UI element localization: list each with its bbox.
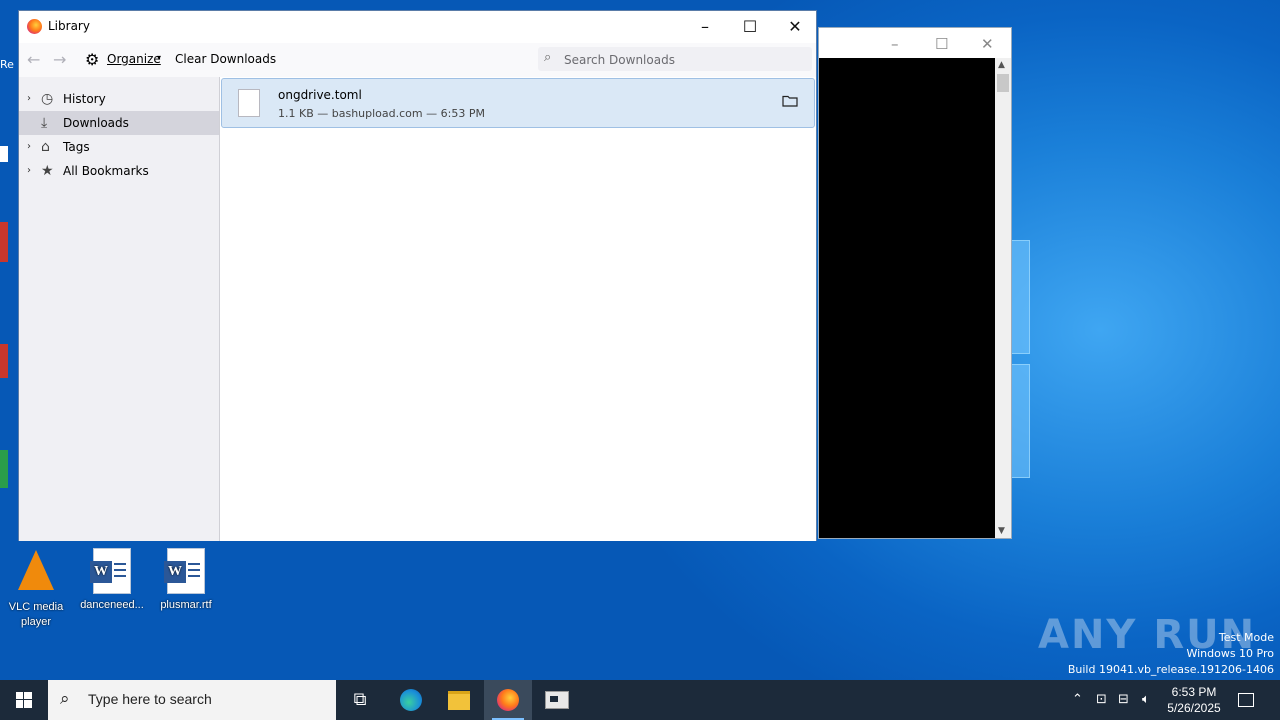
downloads-list[interactable]: ongdrive.toml 1.1 KB — bashupload.com — … <box>220 77 816 541</box>
sidebar-item-label: Downloads <box>63 116 129 130</box>
download-icon: ⤓ <box>41 115 48 131</box>
desktop-icon-vlc[interactable]: VLC media player <box>2 548 70 630</box>
console-window[interactable]: – ☐ ✕ ▲ ▼ <box>818 27 1012 539</box>
desktop-edge-label: Re <box>0 58 14 71</box>
desktop-icon-plusmar[interactable]: W plusmar.rtf <box>152 548 220 613</box>
search-field[interactable]: ⌕ <box>538 47 812 71</box>
scrollbar[interactable]: ▲ ▼ <box>995 58 1011 538</box>
start-button[interactable] <box>0 680 48 720</box>
sidebar-item-downloads[interactable]: ⤓ Downloads <box>19 111 219 135</box>
partial-desktop-icon[interactable] <box>0 344 8 378</box>
search-input[interactable] <box>562 50 806 70</box>
desktop-icon-label: danceneed... <box>80 599 144 611</box>
chevron-down-icon: ▾ <box>157 53 162 62</box>
sidebar-item-label: Tags <box>63 140 90 154</box>
watermark-line: Windows 10 Pro <box>1186 647 1274 660</box>
search-icon: ⌕ <box>60 689 70 709</box>
taskbar: ⌕ Type here to search ⧉ ⌃ ⊡ ⊟ 🔈︎ 6:53 PM… <box>0 680 1280 720</box>
console-taskbar-icon[interactable] <box>533 680 581 720</box>
watermark-line: Test Mode <box>1218 631 1274 644</box>
firefox-icon <box>27 19 42 34</box>
gear-icon: ⚙ <box>85 50 100 69</box>
task-view-icon[interactable]: ⧉ <box>336 680 384 720</box>
word-document-icon: W <box>90 548 131 594</box>
chevron-right-icon[interactable]: › <box>27 159 31 183</box>
sidebar-item-all-bookmarks[interactable]: › ★ All Bookmarks <box>19 159 219 183</box>
close-button[interactable]: ✕ <box>772 15 818 39</box>
word-document-icon: W <box>164 548 205 594</box>
desktop-icon-danceneed[interactable]: W danceneed... <box>78 548 146 613</box>
desktop-icon-label: plusmar.rtf <box>160 599 212 611</box>
console-output[interactable] <box>819 58 995 538</box>
download-meta: 1.1 KB — bashupload.com — 6:53 PM <box>278 107 485 120</box>
clock-time: 6:53 PM <box>1171 685 1217 699</box>
volume-icon[interactable]: 🔈︎ <box>1142 680 1150 720</box>
library-titlebar[interactable]: Library – ☐ ✕ <box>19 11 816 43</box>
chevron-right-icon[interactable]: › <box>27 87 31 111</box>
taskbar-clock[interactable]: 6:53 PM 5/26/2025 <box>1160 684 1228 716</box>
star-icon: ★ <box>41 163 54 179</box>
edge-icon[interactable] <box>387 680 435 720</box>
firefox-taskbar-icon[interactable] <box>484 680 532 720</box>
device-icon[interactable]: ⊡ <box>1096 680 1107 720</box>
windows-watermark: Test Mode Windows 10 Pro Build 19041.vb_… <box>1068 630 1274 678</box>
search-icon: ⌕ <box>544 50 552 65</box>
scroll-down-icon[interactable]: ▼ <box>998 526 1005 536</box>
file-icon <box>238 89 260 117</box>
windows-start-icon <box>16 692 32 708</box>
download-filename: ongdrive.toml <box>278 88 362 102</box>
network-icon[interactable]: ⊟ <box>1118 680 1129 720</box>
scroll-up-icon[interactable]: ▲ <box>998 60 1005 70</box>
vlc-icon <box>18 550 54 590</box>
download-item[interactable]: ongdrive.toml 1.1 KB — bashupload.com — … <box>221 78 815 128</box>
back-arrow-icon[interactable]: ← <box>27 50 40 69</box>
partial-desktop-icon[interactable] <box>0 450 8 488</box>
partial-desktop-icon[interactable] <box>0 146 8 162</box>
clock-icon: ◷ <box>41 91 54 107</box>
organize-label: Organize <box>107 52 161 66</box>
window-title: Library <box>48 19 90 33</box>
sidebar-item-label: History <box>63 92 106 106</box>
folder-icon[interactable] <box>782 95 798 107</box>
close-icon[interactable]: ✕ <box>981 35 994 53</box>
sidebar-item-history[interactable]: › ◷ History <box>19 87 219 111</box>
forward-arrow-icon[interactable]: → <box>53 50 66 69</box>
desktop-icon-label: VLC media player <box>8 601 64 628</box>
clear-downloads-button[interactable]: Clear Downloads <box>175 52 276 66</box>
minimize-button[interactable]: – <box>682 15 728 39</box>
taskbar-search-placeholder: Type here to search <box>88 691 212 707</box>
chevron-up-icon[interactable]: ⌃ <box>1072 680 1083 720</box>
clock-date: 5/26/2025 <box>1167 701 1221 715</box>
library-sidebar: › ◷ History ⤓ Downloads › ⌂ Tags › ★ All… <box>19 77 220 541</box>
maximize-icon[interactable]: ☐ <box>935 35 948 53</box>
library-window[interactable]: Library – ☐ ✕ ← → ⚙ Organize ▾ Clear Dow… <box>18 10 817 541</box>
library-toolbar: ← → ⚙ Organize ▾ Clear Downloads ⌕ <box>19 43 816 77</box>
sidebar-item-label: All Bookmarks <box>63 164 149 178</box>
notifications-icon[interactable] <box>1238 680 1258 720</box>
sidebar-item-tags[interactable]: › ⌂ Tags <box>19 135 219 159</box>
chevron-right-icon[interactable]: › <box>27 135 31 159</box>
partial-desktop-icon[interactable] <box>0 222 8 262</box>
file-explorer-icon[interactable] <box>435 680 483 720</box>
scrollbar-thumb[interactable] <box>997 74 1009 92</box>
minimize-icon[interactable]: – <box>891 35 899 53</box>
tag-icon: ⌂ <box>41 139 50 155</box>
maximize-button[interactable]: ☐ <box>727 15 773 39</box>
console-titlebar[interactable]: – ☐ ✕ <box>819 28 1011 58</box>
watermark-line: Build 19041.vb_release.191206-1406 <box>1067 663 1274 676</box>
desktop: Re VLC media player W danceneed... W plu… <box>0 0 1280 680</box>
taskbar-search-box[interactable]: ⌕ Type here to search <box>48 680 336 720</box>
